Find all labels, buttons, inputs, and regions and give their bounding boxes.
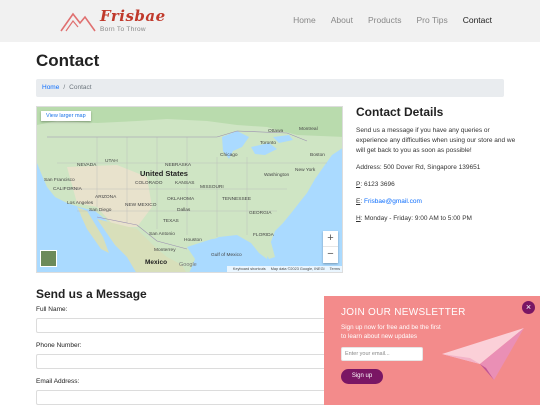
nav-pro-tips[interactable]: Pro Tips: [417, 15, 448, 25]
contact-details: Contact Details Send us a message if you…: [356, 105, 516, 222]
embedded-map[interactable]: United States Mexico Ottawa Montreal Tor…: [36, 106, 343, 273]
map-label-los-angeles: Los Angeles: [67, 201, 94, 206]
keyboard-shortcuts-link[interactable]: Keyboard shortcuts: [233, 267, 266, 271]
map-label-colorado: COLORADO: [135, 181, 163, 186]
email-address-label: Email Address:: [36, 378, 80, 385]
map-label-california: CALIFORNIA: [53, 187, 82, 192]
map-label-texas: TEXAS: [163, 219, 179, 224]
map-label-montreal: Montreal: [299, 127, 318, 132]
map-label-kansas: KANSAS: [175, 181, 195, 186]
breadcrumb: Home / Contact: [36, 79, 504, 97]
send-message-heading: Send us a Message: [36, 287, 147, 301]
view-larger-map-link[interactable]: View larger map: [41, 111, 91, 121]
map-label-gulf-of-mexico: Gulf of Mexico: [211, 253, 242, 258]
zoom-in-button[interactable]: +: [323, 231, 338, 247]
contact-hours: : Monday - Friday: 9:00 AM to 5:00 PM: [360, 215, 472, 222]
breadcrumb-home-link[interactable]: Home: [42, 84, 59, 91]
newsletter-close-button[interactable]: ×: [522, 301, 535, 314]
map-label-florida: FLORIDA: [253, 233, 274, 238]
contact-email-link[interactable]: Frisbae@gmail.com: [364, 198, 422, 205]
map-data-credit: Map data ©2023 Google, INEGI: [270, 267, 325, 271]
contact-details-heading: Contact Details: [356, 105, 444, 119]
map-label-new-york: New York: [295, 168, 316, 173]
contact-phone: : 6123 3696: [360, 181, 395, 188]
phone-number-label: Phone Number:: [36, 342, 82, 349]
map-label-united-states: United States: [140, 169, 188, 178]
contact-email-row: E: Frisbae@gmail.com: [356, 198, 516, 205]
map-label-houston: Houston: [184, 238, 202, 243]
newsletter-signup-button[interactable]: Sign up: [341, 369, 383, 384]
contact-phone-row: P: 6123 3696: [356, 181, 516, 188]
map-label-toronto: Toronto: [260, 141, 276, 146]
map-layer-toggle[interactable]: [40, 250, 57, 267]
map-label-monterrey: Monterrey: [154, 248, 176, 253]
map-label-missouri: MISSOURI: [200, 185, 224, 190]
map-label-tennessee: TENNESSEE: [222, 197, 252, 202]
newsletter-title: JOIN OUR NEWSLETTER: [341, 307, 466, 318]
main-nav: Home About Products Pro Tips Contact: [278, 15, 492, 25]
map-label-san-francisco: San Francisco: [44, 178, 75, 183]
full-name-label: Full Name:: [36, 306, 68, 313]
map-label-nebraska: NEBRASKA: [165, 163, 192, 168]
page-title: Contact: [36, 51, 100, 70]
map-land-shapes: [37, 107, 342, 272]
newsletter-popup: JOIN OUR NEWSLETTER Sign up now for free…: [324, 296, 540, 405]
map-label-oklahoma: OKLAHOMA: [167, 197, 195, 202]
breadcrumb-current: Contact: [69, 84, 92, 91]
map-label-arizona: ARIZONA: [95, 195, 117, 200]
nav-about[interactable]: About: [331, 15, 353, 25]
paper-plane-icon: [442, 328, 524, 380]
phone-number-input[interactable]: [36, 354, 336, 369]
nav-contact[interactable]: Contact: [463, 15, 492, 25]
nav-home[interactable]: Home: [293, 15, 316, 25]
newsletter-text: Sign up now for free and be the first to…: [341, 324, 441, 340]
map-zoom-controls: + −: [323, 231, 338, 263]
site-header: Frisbae Born To Throw Home About Product…: [0, 0, 540, 42]
map-label-georgia: GEORGIA: [249, 211, 272, 216]
full-name-input[interactable]: [36, 318, 336, 333]
contact-address: Address: 500 Dover Rd, Singapore 139651: [356, 164, 481, 171]
map-label-washington: Washington: [264, 173, 290, 178]
map-label-ottawa: Ottawa: [268, 129, 284, 134]
breadcrumb-separator: /: [63, 84, 66, 91]
map-label-new-mexico: NEW MEXICO: [125, 203, 157, 208]
map-label-san-diego: San Diego: [89, 208, 112, 213]
map-footer: Keyboard shortcuts Map data ©2023 Google…: [226, 266, 342, 272]
newsletter-email-input[interactable]: Enter your email...: [341, 347, 423, 361]
map-label-san-antonio: San Antonio: [149, 232, 175, 237]
map-label-chicago: Chicago: [220, 153, 238, 158]
map-label-boston: Boston: [310, 153, 325, 158]
brand-name: Frisbae: [100, 7, 166, 25]
email-address-input[interactable]: [36, 390, 336, 405]
brand-tagline: Born To Throw: [100, 26, 146, 33]
mountain-logo-icon: [60, 12, 96, 32]
nav-products[interactable]: Products: [368, 15, 402, 25]
terms-link[interactable]: Terms: [330, 267, 340, 271]
map-label-utah: UTAH: [105, 159, 118, 164]
map-label-nevada: NEVADA: [77, 163, 97, 168]
contact-intro: Send us a message if you have any querie…: [356, 127, 516, 154]
zoom-out-button[interactable]: −: [323, 247, 338, 263]
google-logo: Google: [179, 262, 197, 268]
contact-hours-row: H: Monday - Friday: 9:00 AM to 5:00 PM: [356, 215, 516, 222]
map-label-dallas: Dallas: [177, 208, 191, 213]
map-label-mexico: Mexico: [145, 259, 168, 266]
